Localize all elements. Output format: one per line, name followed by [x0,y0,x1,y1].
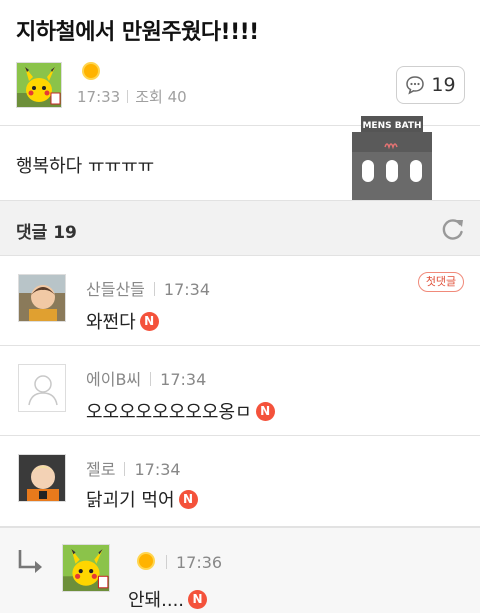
comments-title: 댓글 [16,223,48,243]
comment-body: 오오오오오오오오옹ㅁ [86,402,252,423]
comment-time: 17:34 [134,460,181,479]
commenter-avatar[interactable] [18,274,66,322]
post-body: 행복하다 ㅠㅠㅠㅠ [16,156,155,177]
commenter-meta: 산들산들 17:34 [86,276,210,300]
divider [166,555,167,569]
reply-author-avatar[interactable] [62,544,110,592]
comments-count: 19 [53,223,77,243]
post-meta: 17:33 조회 40 [77,86,187,107]
reply-item: 17:36 안돼.... N [0,527,480,613]
divider [150,372,152,386]
new-badge: N [188,589,208,609]
divider [153,282,155,296]
divider [127,90,129,103]
comment-text: 와쩐다 N [86,308,159,334]
post-time: 17:33 [77,88,121,106]
default-avatar-icon[interactable] [18,364,66,412]
commenter-name[interactable]: 산들산들 [86,280,145,299]
comment-body: 닭괴기 먹어 [86,490,175,511]
sun-icon [80,60,102,82]
sun-icon [135,550,157,572]
refresh-icon[interactable] [440,216,466,242]
comment-item: 에이B씨 17:34 오오오오오오오오옹ㅁ N [0,346,480,436]
divider [124,462,126,476]
comment-body: 와쩐다 [86,312,136,333]
speech-bubble-icon [406,76,425,95]
commenter-meta: 젤로 17:34 [86,456,181,480]
comment-item: 산들산들 17:34 와쩐다 N [0,256,480,346]
author-avatar[interactable] [16,62,62,108]
comment-text: 닭괴기 먹어 N [86,486,198,512]
new-badge: N [178,489,198,509]
post-views: 조회 40 [135,88,187,106]
new-badge: N [139,311,159,331]
post-header: 지하철에서 만원주웠다!!!! 17:33 조회 40 19 [0,0,480,126]
reply-text: 안돼.... N [128,586,208,612]
reply-body: 안돼.... [128,590,185,611]
commenter-meta: 에이B씨 17:34 [86,366,206,390]
comment-text: 오오오오오오오오옹ㅁ N [86,398,275,424]
comments-label: 댓글 19 [16,218,77,243]
new-badge: N [255,401,275,421]
commenter-name[interactable]: 젤로 [86,460,115,479]
commenter-avatar[interactable] [18,454,66,502]
reply-meta: 17:36 [166,553,222,572]
comment-item: 젤로 17:34 닭괴기 먹어 N [0,436,480,527]
comment-time: 17:34 [160,370,207,389]
comment-count: 19 [431,74,456,96]
reply-time: 17:36 [176,553,223,572]
post-title: 지하철에서 만원주웠다!!!! [16,20,259,45]
commenter-name[interactable]: 에이B씨 [86,370,141,389]
comment-count-button[interactable]: 19 [396,66,465,104]
comments-header: 댓글 19 [0,200,480,256]
comment-time: 17:34 [163,280,210,299]
first-comment-badge: 첫댓글 [418,272,464,292]
reply-arrow-icon [18,550,42,573]
